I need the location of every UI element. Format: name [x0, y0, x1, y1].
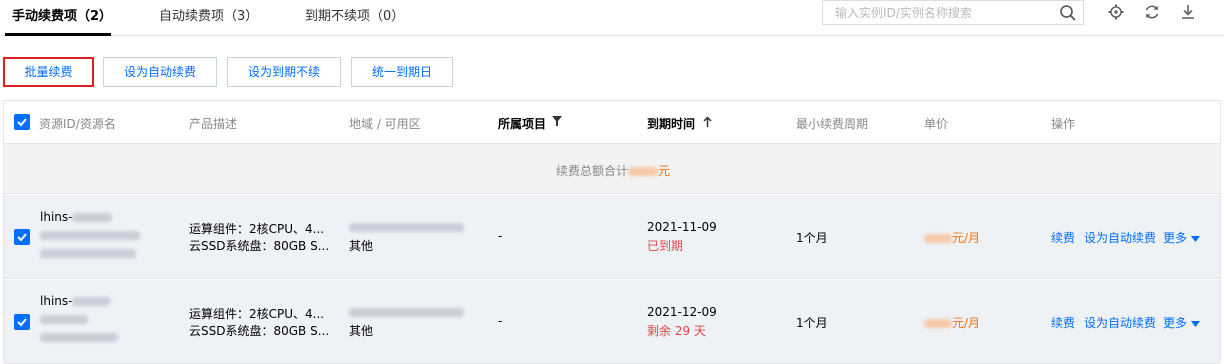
tab-no-renew[interactable]: 到期不续项（0） — [305, 5, 404, 24]
set-auto-renew-link[interactable]: 设为自动续费 — [1084, 229, 1156, 246]
header-price: 单价 — [924, 117, 949, 131]
resource-id-redacted — [72, 297, 111, 306]
search-input[interactable] — [823, 1, 1053, 24]
renew-link[interactable]: 续费 — [1051, 314, 1075, 331]
product-compute: 运算组件：2核CPU、4... — [189, 307, 325, 321]
price-redacted — [924, 319, 952, 328]
expiry-status: 已到期 — [647, 239, 684, 253]
price-unit: 元/月 — [952, 316, 981, 330]
project: - — [498, 229, 503, 243]
header-project[interactable]: 所属项目 — [498, 115, 546, 132]
caret-down-icon — [1191, 320, 1201, 327]
resource-id-prefix: lhins- — [40, 210, 73, 224]
resource-id[interactable]: lhins- — [40, 294, 111, 308]
resource-id-redacted — [72, 213, 113, 222]
renewal-summary: 续费总额合计 元 — [4, 144, 1220, 194]
project: - — [498, 314, 503, 328]
resource-name-redacted — [40, 333, 118, 342]
resource-name-redacted — [40, 315, 88, 324]
download-icon[interactable] — [1179, 3, 1197, 21]
caret-down-icon — [1191, 235, 1201, 242]
filter-icon[interactable] — [552, 116, 562, 127]
resource-name-redacted — [40, 231, 140, 240]
table-row: lhins- 运算组件：2核CPU、4... 云SSD系统盘：80GB S...… — [4, 280, 1220, 364]
batch-renew-button[interactable]: 批量续费 — [3, 57, 94, 87]
header-min-period: 最小续费周期 — [796, 117, 869, 131]
product-compute: 运算组件：2核CPU、4... — [189, 222, 325, 236]
tab-auto-renew[interactable]: 自动续费项（3） — [159, 5, 258, 24]
header-product: 产品描述 — [189, 117, 238, 131]
expiry-status: 剩余 29 天 — [647, 324, 706, 338]
more-label: 更多 — [1163, 231, 1188, 245]
header-region: 地域 / 可用区 — [349, 117, 421, 131]
min-period: 1个月 — [796, 231, 828, 245]
product-disk: 云SSD系统盘：80GB S... — [189, 324, 330, 338]
more-label: 更多 — [1163, 316, 1188, 330]
expiry-date: 2021-11-09 — [647, 220, 717, 234]
set-auto-renew-button[interactable]: 设为自动续费 — [103, 57, 217, 87]
table-header: 资源ID/资源名 产品描述 地域 / 可用区 所属项目 到期时间 最小续费周期 … — [4, 101, 1220, 144]
row-checkbox[interactable] — [14, 314, 30, 330]
product-disk: 云SSD系统盘：80GB S... — [189, 239, 330, 253]
search-icon[interactable] — [1059, 4, 1077, 22]
more-menu[interactable]: 更多 — [1163, 229, 1201, 246]
gear-icon[interactable] — [1107, 3, 1125, 21]
region-redacted — [349, 223, 464, 232]
min-period: 1个月 — [796, 316, 828, 330]
set-no-renew-button[interactable]: 设为到期不续 — [227, 57, 341, 87]
header-ops: 操作 — [1051, 117, 1076, 131]
search-box — [822, 0, 1084, 25]
price-unit: 元/月 — [952, 231, 981, 245]
row-checkbox[interactable] — [14, 229, 30, 245]
zone: 其他 — [349, 324, 374, 338]
active-tab-indicator — [5, 33, 111, 36]
summary-total: 续费总额合计 元 — [556, 162, 670, 179]
set-auto-renew-link[interactable]: 设为自动续费 — [1084, 314, 1156, 331]
summary-amount-redacted — [628, 167, 659, 176]
unify-expiry-button[interactable]: 统一到期日 — [351, 57, 453, 87]
zone: 其他 — [349, 239, 374, 253]
tab-bar: 手动续费项（2） 自动续费项（3） 到期不续项（0） — [0, 0, 1224, 36]
renew-link[interactable]: 续费 — [1051, 229, 1075, 246]
resource-id[interactable]: lhins- — [40, 210, 113, 224]
price: 元/月 — [924, 314, 980, 331]
renewal-table: 资源ID/资源名 产品描述 地域 / 可用区 所属项目 到期时间 最小续费周期 … — [3, 100, 1221, 364]
header-resource: 资源ID/资源名 — [39, 117, 116, 131]
more-menu[interactable]: 更多 — [1163, 314, 1201, 331]
region-redacted — [349, 308, 464, 317]
sort-up-icon[interactable] — [703, 116, 712, 127]
price-redacted — [924, 234, 952, 243]
summary-prefix: 续费总额合计 — [556, 164, 629, 178]
summary-suffix: 元 — [658, 164, 671, 178]
price: 元/月 — [924, 229, 980, 246]
expiry-date: 2021-12-09 — [647, 305, 717, 319]
header-expiry[interactable]: 到期时间 — [647, 115, 695, 132]
refresh-icon[interactable] — [1143, 3, 1161, 21]
tab-manual-renew[interactable]: 手动续费项（2） — [12, 5, 112, 24]
table-row: lhins- 运算组件：2核CPU、4... 云SSD系统盘：80GB S...… — [4, 195, 1220, 279]
resource-id-prefix: lhins- — [40, 294, 73, 308]
select-all-checkbox[interactable] — [14, 114, 30, 130]
resource-name-redacted — [40, 249, 136, 258]
